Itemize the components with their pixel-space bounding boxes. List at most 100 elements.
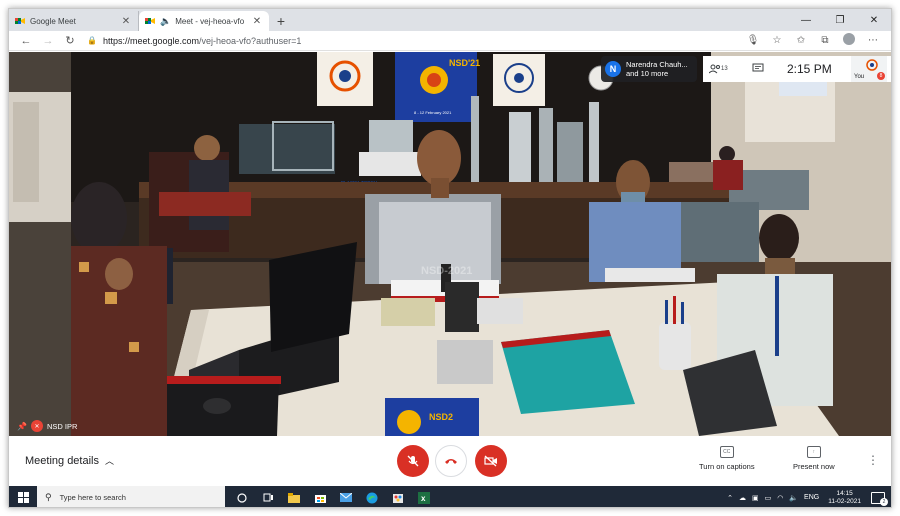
participant-bubble-more: and 10 more [626, 69, 669, 78]
close-window-icon[interactable]: ✕ [857, 9, 891, 31]
speaker-name: NSD IPR [47, 421, 78, 431]
cloud-icon[interactable]: ☁ [739, 494, 746, 502]
reload-icon[interactable]: ↻ [59, 34, 81, 47]
chat-icon [752, 63, 764, 71]
language-indicator[interactable]: ENG [804, 494, 819, 501]
google-meet-favicon-icon [145, 16, 155, 26]
turn-on-captions-button[interactable]: CC Turn on captions [699, 446, 755, 471]
banner-center-text: NSD'21 [449, 58, 480, 68]
meeting-details-button[interactable]: Meeting details ︿ [25, 454, 114, 467]
battery-icon[interactable]: ▭ [765, 494, 772, 502]
speaker-audio-icon[interactable]: 🔈 [160, 16, 171, 27]
taskbar-clock[interactable]: 14:15 11-02-2021 [828, 490, 861, 506]
cortana-circle-icon [237, 492, 247, 503]
main-video-feed: NSD'21 8 - 12 February 2021 PLASMA TORCH [9, 52, 891, 436]
url-host: https://meet.google.com [102, 35, 200, 46]
restore-icon[interactable]: ❐ [823, 9, 857, 31]
new-tab-button[interactable]: + [269, 11, 293, 31]
minimize-icon[interactable]: — [789, 9, 823, 31]
mail-app[interactable] [333, 486, 359, 507]
tab-close-icon[interactable]: ✕ [251, 16, 263, 27]
clock-date: 11-02-2021 [828, 497, 861, 505]
captions-icon: CC [719, 446, 734, 458]
mic-muted-icon: ✕ [31, 420, 43, 432]
google-meet-favicon-icon [15, 16, 25, 26]
start-button[interactable] [9, 486, 37, 507]
toolbar-actions: 🎙 ☆ ✩ ⧉ ⋯ [741, 33, 885, 48]
participant-bubble-name: Narendra Chauh... [626, 60, 688, 69]
notification-count: 2 [880, 497, 888, 506]
meet-top-bar: 13 2:15 PM You 8 [703, 56, 891, 82]
mic-off-icon [407, 455, 419, 467]
participant-bubble[interactable]: N Narendra Chauh... and 10 more [601, 56, 697, 82]
speaker-name-label: 📌 ✕ NSD IPR [17, 420, 77, 432]
present-screen-icon: ↑ [806, 446, 821, 458]
tab-google-meet[interactable]: Google Meet ✕ [9, 11, 139, 31]
favorites-list-icon[interactable]: ✩ [789, 35, 813, 46]
tab-close-icon[interactable]: ✕ [120, 16, 132, 27]
url-path: /vej-heoa-vfo?authuser=1 [199, 35, 302, 46]
pin-icon[interactable]: 📌 [17, 422, 27, 431]
tab-meet-call[interactable]: 🔈 Meet - vej-heoa-vfo ✕ [139, 11, 269, 31]
paint-icon [393, 493, 403, 503]
clock-time: 14:15 [836, 489, 853, 497]
forward-arrow-icon[interactable]: → [37, 35, 59, 47]
tab-title: Meet - vej-heoa-vfo [175, 16, 245, 26]
svg-text:x: x [421, 494, 426, 503]
tab-strip: Google Meet ✕ 🔈 Meet - vej-heoa-vfo ✕ + … [9, 9, 891, 31]
search-placeholder: Type here to search [59, 493, 126, 502]
edge-browser-app[interactable] [359, 486, 385, 507]
meet-control-bar: Meeting details ︿ CC Turn on captions ↑ … [9, 436, 891, 486]
favorite-star-icon[interactable]: ☆ [765, 35, 789, 46]
back-arrow-icon[interactable]: ← [15, 35, 37, 47]
leave-call-button[interactable] [435, 445, 467, 477]
microphone-toggle-button[interactable] [397, 445, 429, 477]
mail-icon [340, 493, 352, 502]
windows-logo-icon [17, 492, 29, 503]
lock-icon[interactable]: 🔒 [87, 36, 97, 45]
browser-toolbar: ← → ↻ 🔒 https://meet.google.com/vej-heoa… [9, 31, 891, 51]
more-menu-icon[interactable]: ⋯ [861, 35, 885, 46]
paint-app[interactable] [385, 486, 411, 507]
banner-dates: 8 - 12 February 2021 [414, 110, 452, 115]
tab-title: Google Meet [30, 16, 76, 26]
excel-app[interactable]: x [411, 486, 437, 507]
network-icon[interactable]: ▣ [752, 494, 759, 502]
taskbar-search-box[interactable]: ⚲ Type here to search [37, 486, 225, 507]
action-center-button[interactable]: 2 [871, 491, 888, 506]
excel-icon: x [418, 491, 430, 504]
store-bag-icon [314, 495, 326, 503]
participant-initial-avatar: N [605, 61, 621, 77]
windows-taskbar: ⚲ Type here to search x ⌃ ☁ ▣ ▭ ◠ 🔈 ENG … [9, 486, 891, 507]
folder-icon [288, 492, 300, 503]
profile-avatar[interactable] [837, 33, 861, 48]
window-controls: — ❐ ✕ [789, 9, 891, 31]
participant-count: 13 [721, 66, 728, 72]
self-badge: 8 [877, 72, 885, 80]
microphone-icon[interactable]: 🎙 [741, 35, 765, 46]
wifi-icon[interactable]: ◠ [777, 494, 783, 502]
meeting-clock: 2:15 PM [787, 62, 832, 76]
people-icon [709, 64, 720, 74]
task-view-icon [263, 493, 273, 502]
edge-icon [366, 492, 378, 503]
camera-toggle-button[interactable] [475, 445, 507, 477]
file-explorer-app[interactable] [281, 486, 307, 507]
camera-off-icon [484, 455, 497, 467]
task-view-button[interactable] [255, 486, 281, 507]
more-options-icon[interactable]: ⋮ [867, 453, 879, 467]
collections-icon[interactable]: ⧉ [813, 35, 837, 46]
chevron-up-tray-icon[interactable]: ⌃ [727, 494, 733, 502]
captions-label: Turn on captions [699, 462, 755, 471]
cortana-button[interactable] [229, 486, 255, 507]
volume-icon[interactable]: 🔈 [789, 494, 798, 502]
store-app[interactable] [307, 486, 333, 507]
participants-button[interactable]: 13 [709, 64, 745, 74]
chat-button[interactable] [745, 63, 771, 76]
address-bar[interactable]: 🔒 https://meet.google.com/vej-heoa-vfo?a… [87, 36, 741, 46]
meeting-details-label: Meeting details [25, 454, 99, 467]
self-view-tile[interactable]: You 8 [851, 56, 887, 82]
browser-window: Google Meet ✕ 🔈 Meet - vej-heoa-vfo ✕ + … [8, 8, 892, 508]
present-now-button[interactable]: ↑ Present now [793, 446, 835, 471]
search-icon: ⚲ [45, 492, 52, 502]
